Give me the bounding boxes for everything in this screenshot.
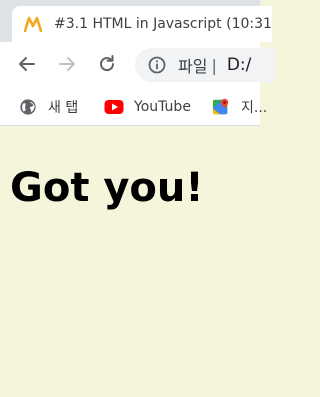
page-heading: Got you! <box>10 165 204 211</box>
tab-strip: #3.1 HTML in Javascript (10:31 <box>0 0 272 42</box>
browser-toolbar: 파일 | D:/ <box>0 42 275 88</box>
address-bar[interactable]: 파일 | D:/ <box>135 48 275 82</box>
bookmark-label: 새 탭 <box>48 100 79 116</box>
back-button[interactable] <box>15 52 39 76</box>
url-text[interactable]: D:/ <box>227 55 252 75</box>
browser-tab[interactable]: #3.1 HTML in Javascript (10:31 <box>12 6 272 42</box>
bookmark-label: 지... <box>241 100 268 116</box>
bookmark-maps[interactable]: 지... <box>211 96 267 118</box>
reload-icon <box>100 55 115 72</box>
google-maps-icon <box>212 98 229 115</box>
bookmark-youtube[interactable]: YouTube <box>104 96 191 118</box>
forward-button[interactable] <box>55 52 79 76</box>
bookmark-label: YouTube <box>134 99 191 115</box>
page-content: Got you! <box>0 127 260 397</box>
arrow-right-icon <box>59 57 75 71</box>
tab-title: #3.1 HTML in Javascript (10:31 <box>54 16 272 32</box>
omnibox-divider: | <box>211 55 217 75</box>
security-chip-label[interactable]: 파일 <box>178 53 207 77</box>
info-icon[interactable] <box>148 56 166 74</box>
youtube-icon <box>104 100 124 114</box>
arrow-left-icon <box>19 57 35 71</box>
globe-icon <box>20 99 36 115</box>
bookmarks-bar: 새 탭 YouTube 지... <box>0 88 267 126</box>
bookmark-new-tab[interactable]: 새 탭 <box>18 96 78 118</box>
reload-button[interactable] <box>95 52 119 76</box>
nomad-coders-logo-icon <box>24 16 42 32</box>
